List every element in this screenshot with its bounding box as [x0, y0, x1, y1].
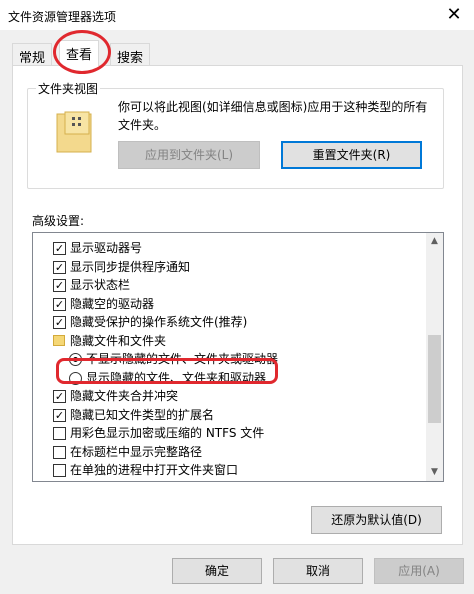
setting-row[interactable]: ✓ 隐藏已知文件类型的扩展名: [33, 406, 427, 424]
cancel-button[interactable]: 取消: [273, 558, 363, 584]
setting-label: 在单独的进程中打开文件夹窗口: [70, 463, 239, 477]
vertical-scrollbar[interactable]: ▲ ▼: [426, 233, 443, 481]
folder-view-icon: [56, 111, 92, 153]
title-bar: 文件资源管理器选项 ✕: [0, 0, 474, 30]
setting-row[interactable]: 在单独的进程中打开文件夹窗口: [33, 461, 427, 479]
setting-label: 显示状态栏: [70, 278, 131, 292]
advanced-settings-list[interactable]: ✓ 显示驱动器号 ✓ 显示同步提供程序通知 ✓ 显示状态栏 ✓ 隐藏空的驱动器 ✓ 隐藏受保护的操…: [32, 232, 444, 482]
setting-row[interactable]: ✓ 隐藏空的驱动器: [33, 295, 427, 313]
setting-label: 隐藏文件和文件夹: [70, 333, 167, 348]
checkbox-checked-icon[interactable]: ✓: [53, 297, 66, 311]
tab-search[interactable]: 搜索: [110, 43, 151, 66]
setting-row[interactable]: ✓ 隐藏受保护的操作系统文件(推荐): [33, 313, 427, 331]
checkbox-unchecked-icon[interactable]: [53, 464, 66, 477]
reset-folders-button[interactable]: 重置文件夹(R): [281, 141, 422, 169]
checkbox-checked-icon[interactable]: ✓: [53, 242, 66, 255]
restore-defaults-button[interactable]: 还原为默认值(D): [311, 506, 442, 534]
setting-label: 显示驱动器号: [70, 241, 143, 255]
setting-label: 在列表视图中键入时: [70, 480, 178, 482]
checkbox-unchecked-icon[interactable]: [53, 445, 66, 459]
checkbox-checked-icon[interactable]: ✓: [53, 316, 66, 329]
setting-row[interactable]: 用彩色显示加密或压缩的 NTFS 文件: [33, 424, 427, 442]
setting-label: 在标题栏中显示完整路径: [70, 444, 203, 459]
checkbox-checked-icon[interactable]: ✓: [53, 390, 66, 403]
setting-label: 隐藏空的驱动器: [70, 296, 155, 311]
folder-view-description: 你可以将此视图(如详细信息或图标)应用于这种类型的所有文件夹。: [118, 100, 428, 132]
close-icon[interactable]: ✕: [442, 3, 466, 27]
setting-row[interactable]: ✓ 隐藏文件夹合并冲突: [33, 387, 427, 405]
advanced-settings-label: 高级设置:: [32, 214, 85, 228]
apply-button[interactable]: 应用(A): [374, 558, 464, 584]
setting-label: 显示同步提供程序通知: [70, 259, 191, 274]
setting-row[interactable]: ✓ 显示同步提供程序通知: [33, 258, 427, 276]
setting-label: 隐藏已知文件类型的扩展名: [70, 407, 215, 422]
setting-row[interactable]: ✓ 显示驱动器号: [33, 239, 427, 257]
scroll-up-icon[interactable]: ▲: [426, 233, 443, 250]
setting-label: 用彩色显示加密或压缩的 NTFS 文件: [70, 426, 265, 440]
tab-view-highlight-circle: [53, 30, 111, 74]
checkbox-checked-icon[interactable]: ✓: [53, 279, 66, 292]
setting-row[interactable]: 在列表视图中键入时: [33, 480, 427, 482]
checkbox-checked-icon[interactable]: ✓: [53, 260, 66, 274]
scroll-thumb[interactable]: [428, 335, 441, 423]
folder-view-label: 文件夹视图: [36, 80, 101, 97]
show-hidden-highlight-box: [56, 358, 278, 384]
ok-button[interactable]: 确定: [172, 558, 262, 584]
setting-row[interactable]: 在标题栏中显示完整路径: [33, 443, 427, 461]
setting-label: 隐藏受保护的操作系统文件(推荐): [70, 315, 248, 329]
folder-icon: [53, 334, 65, 346]
setting-row[interactable]: ✓ 显示状态栏: [33, 276, 427, 294]
tab-general[interactable]: 常规: [12, 43, 53, 66]
scroll-down-icon[interactable]: ▼: [426, 464, 443, 481]
setting-row[interactable]: 隐藏文件和文件夹: [33, 332, 427, 350]
checkbox-unchecked-icon[interactable]: [53, 427, 66, 440]
setting-label: 隐藏文件夹合并冲突: [70, 389, 179, 403]
window-title: 文件资源管理器选项: [8, 10, 117, 24]
apply-to-folders-button[interactable]: 应用到文件夹(L): [118, 141, 260, 169]
checkbox-checked-icon[interactable]: ✓: [53, 408, 66, 422]
